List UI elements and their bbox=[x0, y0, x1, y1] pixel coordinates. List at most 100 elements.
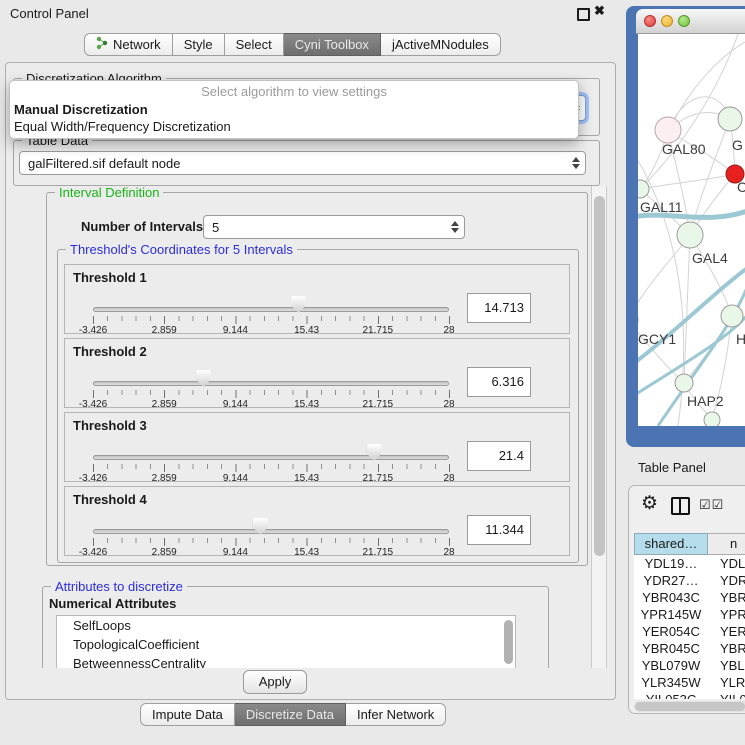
top-tab-bar: Network Style Select Cyni Toolbox jActiv… bbox=[84, 33, 501, 56]
node-gal80[interactable] bbox=[655, 117, 681, 143]
numerical-attributes-list[interactable]: SelfLoops TopologicalCoefficient Between… bbox=[56, 615, 516, 668]
node-hap2[interactable] bbox=[675, 374, 693, 392]
list-scrollbar-thumb[interactable] bbox=[504, 620, 513, 664]
checkbox-icons[interactable]: ☑☑ bbox=[699, 497, 724, 513]
number-of-intervals-value: 5 bbox=[212, 220, 219, 235]
node[interactable] bbox=[718, 107, 742, 131]
split-columns-icon[interactable] bbox=[671, 497, 690, 515]
tab-impute-data[interactable]: Impute Data bbox=[140, 703, 235, 726]
tab-network[interactable]: Network bbox=[84, 33, 173, 56]
tab-discretize-data[interactable]: Discretize Data bbox=[235, 703, 346, 726]
threshold-1-slider[interactable]: -3.426 2.859 9.144 15.43 21.715 28 bbox=[93, 296, 449, 336]
settings-viewport: Interval Definition Number of Intervals … bbox=[10, 186, 591, 668]
numerical-attributes-label: Numerical Attributes bbox=[49, 596, 176, 611]
settings-scrollbar-thumb[interactable] bbox=[594, 196, 605, 556]
table-row[interactable]: YER054CYER0 bbox=[634, 623, 745, 640]
settings-scrollbar[interactable] bbox=[591, 186, 607, 668]
table-row[interactable]: YDR27…YDR2 bbox=[634, 572, 745, 589]
slider-track[interactable] bbox=[93, 455, 449, 460]
list-item[interactable]: SelfLoops bbox=[57, 616, 515, 635]
table-panel-title: Table Panel bbox=[638, 460, 706, 475]
cell: YDL19… bbox=[634, 555, 708, 572]
slider-track[interactable] bbox=[93, 381, 449, 386]
table-header-row: shared… n bbox=[634, 533, 745, 555]
tick-label: -3.426 bbox=[79, 547, 107, 558]
table-row[interactable]: YBR043CYBR0 bbox=[634, 589, 745, 606]
table-data-combo[interactable]: galFiltered.sif default node bbox=[19, 151, 586, 175]
threshold-2-value-field[interactable]: 6.316 bbox=[467, 367, 531, 397]
table-horizontal-scrollbar-thumb[interactable] bbox=[635, 702, 745, 711]
network-view-window[interactable]: GAL80 G C GAL11 GAL4 GCY1 H HAP2 bbox=[626, 6, 745, 447]
cell: YIL0 bbox=[708, 691, 745, 699]
list-item[interactable]: BetweennessCentrality bbox=[57, 654, 515, 668]
tick-label: 2.859 bbox=[152, 325, 177, 336]
tab-discretize-data-label: Discretize Data bbox=[246, 707, 334, 722]
table-row[interactable]: YBL079WYBL0 bbox=[634, 657, 745, 674]
tick-label: 21.715 bbox=[363, 399, 394, 410]
interval-definition-title: Interval Definition bbox=[55, 186, 163, 200]
table-row[interactable]: YLR345WYLR3 bbox=[634, 674, 745, 691]
table-row[interactable]: YIL053CYIL0 bbox=[634, 691, 745, 699]
table-row[interactable]: YPR145WYPR1 bbox=[634, 606, 745, 623]
table-horizontal-scrollbar[interactable] bbox=[634, 701, 745, 712]
slider-track[interactable] bbox=[93, 529, 449, 534]
threshold-4-slider[interactable]: -3.426 2.859 9.144 15.43 21.715 28 bbox=[93, 518, 449, 558]
tick-label: 15.43 bbox=[294, 473, 319, 484]
table-row[interactable]: YDL19…YDL1 bbox=[634, 555, 745, 572]
zoom-traffic-light[interactable] bbox=[678, 15, 690, 27]
attributes-group: Attributes to discretize Numerical Attri… bbox=[42, 586, 549, 668]
tick-label: 9.144 bbox=[223, 325, 248, 336]
spinner-up-icon bbox=[572, 157, 580, 162]
network-canvas[interactable]: GAL80 G C GAL11 GAL4 GCY1 H HAP2 bbox=[638, 34, 745, 426]
slider-track[interactable] bbox=[93, 307, 449, 312]
tab-select[interactable]: Select bbox=[225, 33, 284, 56]
apply-button[interactable]: Apply bbox=[243, 670, 307, 694]
threshold-3-value-field[interactable]: 21.4 bbox=[467, 441, 531, 471]
tick-label: 28 bbox=[443, 547, 454, 558]
tick-label: 21.715 bbox=[363, 547, 394, 558]
threshold-1-value-field[interactable]: 14.713 bbox=[467, 293, 531, 323]
table-panel-box: ⚙ ☑☑ shared… n YDL19…YDL1 YDR27…YDR2 YBR… bbox=[628, 485, 745, 714]
number-of-intervals-combo[interactable]: 5 bbox=[203, 215, 465, 239]
tab-jactivemnodules[interactable]: jActiveMNodules bbox=[381, 33, 501, 56]
cell: YBR045C bbox=[634, 640, 708, 657]
tab-infer-network-label: Infer Network bbox=[357, 707, 434, 722]
float-window-icon[interactable] bbox=[577, 8, 590, 21]
tick-label: 9.144 bbox=[223, 547, 248, 558]
node-gal4[interactable] bbox=[677, 222, 703, 248]
interval-definition-group: Interval Definition Number of Intervals … bbox=[46, 192, 588, 566]
tab-infer-network[interactable]: Infer Network bbox=[346, 703, 446, 726]
table-row[interactable]: YBR045CYBR0 bbox=[634, 640, 745, 657]
column-header-name[interactable]: n bbox=[708, 533, 745, 555]
minimize-traffic-light[interactable] bbox=[661, 15, 673, 27]
tick-label: -3.426 bbox=[79, 399, 107, 410]
close-traffic-light[interactable] bbox=[644, 15, 656, 27]
threshold-panel: Threshold 1 -3.426 2.859 9.144 15.43 21.… bbox=[64, 264, 570, 334]
node[interactable] bbox=[704, 412, 720, 426]
threshold-4-value-field[interactable]: 11.344 bbox=[467, 515, 531, 545]
cell: YPR1 bbox=[708, 606, 745, 623]
table-body: YDL19…YDL1 YDR27…YDR2 YBR043CYBR0 YPR145… bbox=[634, 555, 745, 699]
tab-cyni-toolbox-label: Cyni Toolbox bbox=[295, 37, 369, 52]
tick-label: 15.43 bbox=[294, 547, 319, 558]
tab-cyni-toolbox[interactable]: Cyni Toolbox bbox=[284, 33, 381, 56]
cell: YBL0 bbox=[708, 657, 745, 674]
node-label: HAP2 bbox=[687, 393, 724, 409]
tab-style[interactable]: Style bbox=[173, 33, 225, 56]
threshold-label: Threshold 3 bbox=[73, 418, 147, 433]
node-label: GAL80 bbox=[662, 141, 706, 157]
node[interactable] bbox=[721, 305, 743, 327]
network-window-titlebar[interactable] bbox=[636, 9, 745, 34]
threshold-label: Threshold 1 bbox=[73, 270, 147, 285]
threshold-3-slider[interactable]: -3.426 2.859 9.144 15.43 21.715 28 bbox=[93, 444, 449, 484]
cell: YDL1 bbox=[708, 555, 745, 572]
column-header-shared-name[interactable]: shared… bbox=[634, 533, 708, 555]
tick-label: 2.859 bbox=[152, 399, 177, 410]
close-icon[interactable]: ✖ bbox=[594, 3, 605, 19]
node-label: C bbox=[737, 179, 745, 195]
dropdown-item-equal-width-frequency[interactable]: Equal Width/Frequency Discretization bbox=[14, 119, 231, 134]
list-item[interactable]: TopologicalCoefficient bbox=[57, 635, 515, 654]
dropdown-item-manual-discretization[interactable]: Manual Discretization bbox=[14, 102, 148, 117]
threshold-2-slider[interactable]: -3.426 2.859 9.144 15.43 21.715 28 bbox=[93, 370, 449, 410]
gear-icon[interactable]: ⚙ bbox=[641, 492, 658, 515]
